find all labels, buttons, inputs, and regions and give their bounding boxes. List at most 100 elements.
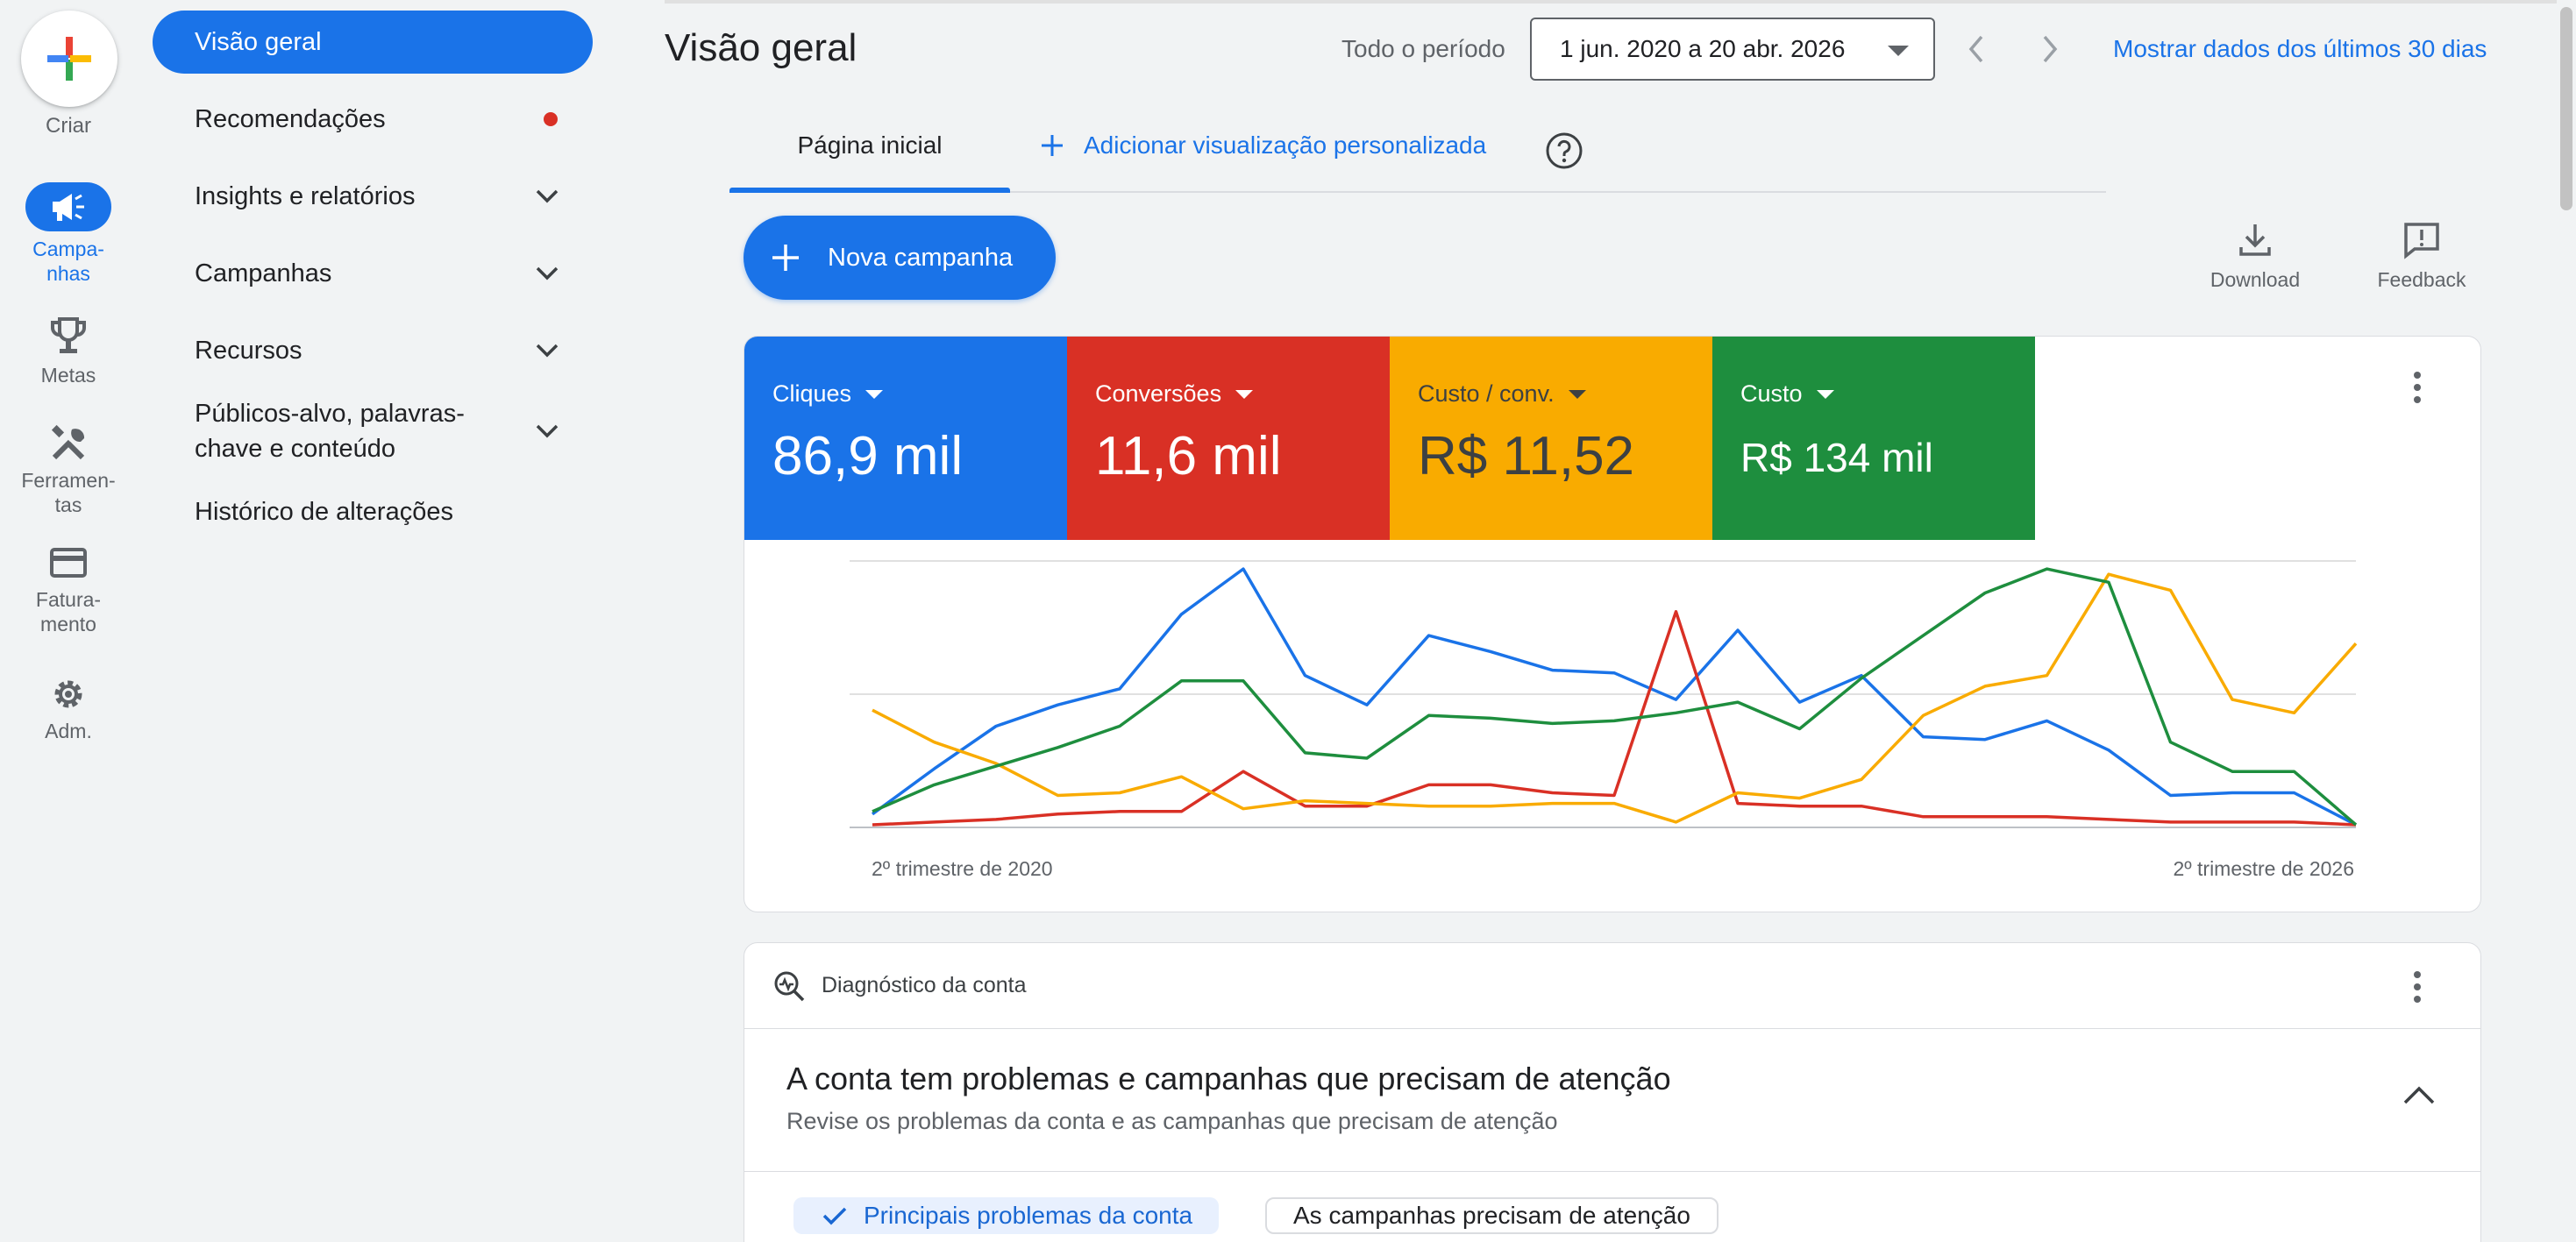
rail-campaigns-label-2: nhas [46, 262, 90, 285]
download-button[interactable]: Download [2152, 221, 2359, 292]
nav-item-label: Visão geral [195, 27, 322, 56]
nav-item-campaigns[interactable]: Campanhas [153, 242, 593, 305]
performance-line-chart [850, 560, 2358, 828]
nav-item-assets[interactable]: Recursos [153, 319, 593, 382]
download-label: Download [2210, 268, 2301, 291]
metric-label: Custo [1740, 380, 1803, 407]
tab-home[interactable]: Página inicial [729, 131, 1010, 160]
rail-tools-label-1: Ferramen- [21, 469, 116, 492]
scrollbar[interactable] [2557, 0, 2576, 1242]
diagnostics-subtitle: Revise os problemas da conta e as campan… [786, 1108, 1558, 1134]
download-icon [2239, 224, 2271, 256]
rail-billing-label-1: Fatura- [35, 588, 102, 611]
metric-conversions[interactable]: Conversões 11,6 mil [1067, 337, 1390, 540]
diagnostics-icon [774, 971, 805, 1002]
rail-tools-label-2: tas [54, 493, 82, 516]
account-diagnostics-card: Diagnóstico da conta A conta tem problem… [744, 942, 2481, 1242]
more-vert-icon[interactable] [2410, 969, 2424, 1004]
diagnostics-title: Diagnóstico da conta [822, 973, 1027, 997]
nav-item-audiences[interactable]: Públicos-alvo, palavras- chave e conteúd… [153, 391, 593, 472]
nav-item-history[interactable]: Histórico de alterações [153, 480, 593, 543]
x-axis-end-label: 2º trimestre de 2026 [2173, 857, 2354, 880]
chevron-down-icon [536, 266, 559, 280]
nav-item-label: Recomendações [195, 104, 386, 133]
rail-admin[interactable]: Adm. [0, 675, 137, 743]
metric-label: Custo / conv. [1418, 380, 1555, 407]
nav-item-label: Insights e relatórios [195, 181, 416, 210]
rail-campaigns[interactable]: Campa- nhas [0, 182, 137, 286]
nav-item-recommendations[interactable]: Recomendações [153, 88, 593, 151]
last-30-days-link[interactable]: Mostrar dados dos últimos 30 dias [2113, 35, 2487, 63]
rail-billing[interactable]: Fatura- mento [0, 547, 137, 636]
caret-down-icon [865, 389, 884, 399]
plus-icon [772, 245, 799, 271]
left-rail: Criar Campa- nhas Metas Ferramen- tas Fa… [0, 0, 137, 1242]
plus-icon [1042, 135, 1063, 156]
series-line-2 [872, 572, 2358, 824]
nav-item-label: Histórico de alterações [195, 497, 453, 526]
chevron-right-icon[interactable] [2038, 32, 2062, 67]
metric-cost-per-conversion[interactable]: Custo / conv. R$ 11,52 [1390, 337, 1712, 540]
chevron-up-icon[interactable] [2402, 1083, 2437, 1106]
rail-campaigns-label-1: Campa- [32, 238, 104, 260]
date-range-value: 1 jun. 2020 a 20 abr. 2026 [1560, 35, 1846, 62]
chip-account-issues[interactable]: Principais problemas da conta [793, 1197, 1220, 1234]
nav-item-overview[interactable]: Visão geral [153, 11, 593, 74]
page-title: Visão geral [665, 26, 857, 69]
diagnostics-heading: A conta tem problemas e campanhas que pr… [786, 1061, 1671, 1097]
chip-label: Principais problemas da conta [864, 1202, 1193, 1229]
chevron-down-icon [536, 424, 559, 438]
nav-item-label-1: Públicos-alvo, palavras- [195, 400, 465, 428]
help-icon[interactable] [1545, 131, 1583, 170]
create-label: Criar [46, 114, 91, 138]
tools-icon [51, 424, 85, 460]
metric-value: 11,6 mil [1095, 426, 1282, 486]
chevron-down-icon [536, 189, 559, 203]
performance-chart-card: Cliques 86,9 mil Conversões 11,6 mil Cus… [744, 336, 2481, 912]
caret-down-icon [1568, 389, 1586, 399]
campaigns-icon [53, 194, 84, 221]
scrollbar-thumb[interactable] [2560, 7, 2572, 210]
feedback-icon [2404, 223, 2439, 259]
metric-label: Cliques [772, 380, 852, 407]
metric-cost[interactable]: Custo R$ 134 mil [1712, 337, 2035, 540]
feedback-button[interactable]: Feedback [2367, 221, 2476, 292]
plus-icon [47, 37, 91, 81]
rail-admin-label: Adm. [45, 720, 92, 742]
top-divider [665, 0, 2576, 4]
caret-down-icon [1816, 389, 1834, 399]
rail-goals[interactable]: Metas [0, 316, 137, 387]
nav-panel: Visão geral Recomendações Insights e rel… [151, 0, 598, 1242]
chip-campaigns-attention[interactable]: As campanhas precisam de atenção [1265, 1197, 1719, 1234]
more-vert-icon[interactable] [2410, 370, 2424, 405]
diagnostics-header: Diagnóstico da conta [744, 943, 2480, 1029]
caret-down-icon [1235, 389, 1254, 399]
tab-add-label: Adicionar visualização personalizada [1084, 131, 1487, 159]
billing-icon [50, 548, 87, 578]
trophy-icon [51, 317, 86, 353]
series-line-3 [872, 567, 2358, 827]
metric-value: R$ 134 mil [1740, 435, 1933, 480]
create-button[interactable] [21, 11, 117, 107]
diagnostics-divider [744, 1171, 2480, 1172]
rail-tools[interactable]: Ferramen- tas [0, 424, 137, 517]
chevron-left-icon[interactable] [1964, 32, 1989, 67]
metric-clicks[interactable]: Cliques 86,9 mil [744, 337, 1067, 540]
metric-label: Conversões [1095, 380, 1222, 407]
nav-item-label: Campanhas [195, 259, 332, 287]
nav-item-label: Recursos [195, 336, 302, 365]
rail-billing-label-2: mento [40, 613, 96, 635]
tab-add-custom-view[interactable]: Adicionar visualização personalizada [1040, 131, 1486, 160]
check-icon [822, 1207, 847, 1225]
date-range-dropdown[interactable]: 1 jun. 2020 a 20 abr. 2026 [1530, 18, 1935, 81]
new-campaign-button[interactable]: Nova campanha [744, 216, 1056, 300]
notification-dot [544, 112, 558, 126]
metric-value: 86,9 mil [772, 426, 964, 486]
caret-down-icon [1888, 46, 1909, 56]
chevron-down-icon [536, 344, 559, 358]
x-axis-start-label: 2º trimestre de 2020 [872, 857, 1053, 880]
chip-label: As campanhas precisam de atenção [1293, 1202, 1690, 1229]
feedback-label: Feedback [2377, 268, 2466, 291]
tab-active-indicator [729, 188, 1010, 193]
nav-item-insights[interactable]: Insights e relatórios [153, 165, 593, 228]
